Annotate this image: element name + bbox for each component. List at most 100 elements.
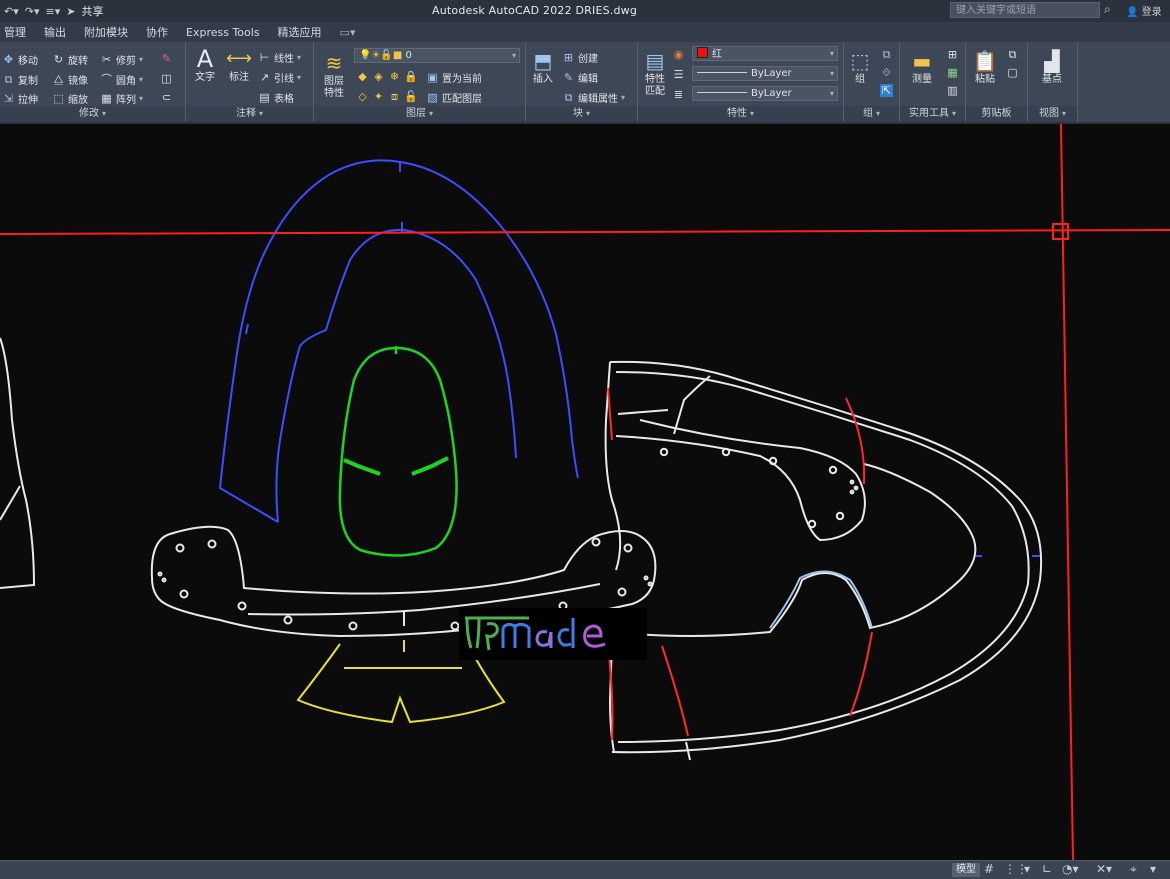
- layer-lock-icon[interactable]: 🔒: [404, 70, 418, 83]
- group-button[interactable]: ⬚ 组: [846, 48, 874, 86]
- linetype-icon: ☰: [673, 68, 684, 81]
- base-point-button[interactable]: ▟ 基点: [1032, 48, 1072, 86]
- layer-properties-button[interactable]: ≋ 图层特性: [318, 50, 350, 100]
- panel-properties-title[interactable]: 特性 ▾: [638, 106, 843, 122]
- rotate-button[interactable]: ↻ 旋转: [52, 52, 88, 67]
- share-button[interactable]: 共享: [81, 3, 103, 19]
- ungroup-icon[interactable]: ⧉: [880, 48, 893, 61]
- offset-button[interactable]: ⊂: [160, 91, 173, 104]
- copy-clip-icon[interactable]: ⧉: [1006, 48, 1019, 61]
- polar-icon[interactable]: ◔▾: [1062, 862, 1079, 876]
- edit-attributes-button[interactable]: ⧉ 编辑属性 ▾: [562, 90, 625, 105]
- drawing-svg[interactable]: [0, 124, 1170, 860]
- drawing-canvas[interactable]: [0, 124, 1170, 860]
- leader-icon: ↗: [259, 71, 270, 84]
- linear-button[interactable]: ⊢ 线性 ▾: [258, 50, 301, 65]
- layer-isolate-icon[interactable]: ◈: [372, 70, 385, 83]
- panel-layers-title[interactable]: 图层 ▾: [314, 106, 525, 122]
- color-value: 红: [712, 49, 722, 60]
- panel-modify-title[interactable]: 修改 ▾: [0, 106, 185, 122]
- insert-button[interactable]: ⬒ 插入: [528, 48, 558, 86]
- text-button[interactable]: A 文字: [190, 46, 220, 84]
- cut-icon[interactable]: ▢: [1006, 66, 1019, 79]
- color-dropdown[interactable]: 红 ▾: [692, 46, 838, 61]
- layer-walk-icon[interactable]: ✦: [372, 90, 385, 103]
- redo-icon[interactable]: ↷▾: [25, 5, 40, 18]
- layer-on-icon[interactable]: ◇: [356, 90, 369, 103]
- layer-unlock-icon[interactable]: 🔓: [404, 90, 418, 103]
- edit-block-button[interactable]: ✎ 编辑: [562, 70, 598, 85]
- model-space-button[interactable]: 模型: [952, 863, 980, 877]
- measure-label: 测量: [912, 74, 932, 85]
- tab-collaborate[interactable]: 协作: [146, 24, 168, 40]
- quick-access-toolbar: ↶▾ ↷▾ ≡▾ ➤ 共享: [4, 3, 103, 19]
- erase-button[interactable]: ✎: [160, 52, 173, 65]
- annotation-scale-icon[interactable]: ▾: [1150, 862, 1156, 876]
- tab-addins[interactable]: 附加模块: [84, 24, 128, 40]
- scale-icon: ⬚: [53, 92, 64, 105]
- fillet-button[interactable]: ⌒ 圆角 ▾: [100, 72, 143, 87]
- trim-label: 修剪: [116, 56, 136, 67]
- move-icon: ✥: [3, 53, 14, 66]
- ortho-icon[interactable]: ∟: [1042, 862, 1052, 876]
- ribbon-tabs: 管理 输出 附加模块 协作 Express Tools 精选应用 ▭▾: [0, 22, 1170, 42]
- search-input[interactable]: 键入关键字或短语: [950, 2, 1100, 18]
- panel-groups-title[interactable]: 组 ▾: [844, 106, 899, 122]
- quick-select-icon[interactable]: ⊞: [946, 48, 959, 61]
- tab-featured-apps[interactable]: 精选应用: [278, 24, 322, 40]
- panel-layers-label: 图层: [405, 108, 426, 119]
- create-block-icon: ⊞: [563, 51, 574, 64]
- osnap-icon[interactable]: ⌖: [1130, 862, 1137, 877]
- tab-output[interactable]: 输出: [44, 24, 66, 40]
- array-button[interactable]: ▦ 阵列 ▾: [100, 91, 143, 106]
- paste-button[interactable]: 📋 粘贴: [970, 48, 1000, 86]
- group-edit-icon[interactable]: ⟐: [880, 66, 893, 79]
- base-point-icon: ▟: [1044, 49, 1060, 73]
- share-icon[interactable]: ➤: [66, 5, 75, 18]
- move-button[interactable]: ✥ 移动: [2, 52, 38, 67]
- stretch-button[interactable]: ⇲ 拉伸: [2, 91, 38, 106]
- dimension-button[interactable]: ⟷ 标注: [224, 46, 254, 84]
- leader-button[interactable]: ↗ 引线 ▾: [258, 70, 301, 85]
- layer-dropdown[interactable]: 💡☀🔓■ 0 ▾: [354, 48, 520, 63]
- panel-annotation-title[interactable]: 注释 ▾: [186, 106, 313, 122]
- customize-qat-icon[interactable]: ≡▾: [46, 5, 61, 18]
- tab-express-tools[interactable]: Express Tools: [186, 26, 260, 39]
- match-properties-button[interactable]: ▤ 特性匹配: [640, 48, 670, 98]
- grid-icon[interactable]: #: [984, 862, 994, 876]
- paste-label: 粘贴: [975, 74, 995, 85]
- measure-button[interactable]: ▬ 测量: [904, 48, 940, 86]
- group-select-icon[interactable]: ⇱: [880, 84, 893, 97]
- panel-utilities-title[interactable]: 实用工具 ▾: [900, 106, 965, 122]
- undo-icon[interactable]: ↶▾: [4, 5, 19, 18]
- trim-button[interactable]: ✂ 修剪 ▾: [100, 52, 143, 67]
- panel-block-title[interactable]: 块 ▾: [526, 106, 637, 122]
- measure-icon: ▬: [912, 49, 932, 73]
- layer-merge-icon[interactable]: ⧈: [388, 90, 401, 103]
- create-block-button[interactable]: ⊞ 创建: [562, 50, 598, 65]
- panel-view-title[interactable]: 视图 ▾: [1028, 106, 1077, 122]
- lineweight-dropdown[interactable]: ByLayer ▾: [692, 86, 838, 101]
- base-point-label: 基点: [1042, 74, 1062, 85]
- match-layer-button[interactable]: ▨ 匹配图层: [426, 90, 482, 105]
- explode-button[interactable]: ◫: [160, 72, 173, 85]
- panel-clipboard-title[interactable]: 剪贴板: [966, 106, 1027, 122]
- set-current-icon: ▣: [427, 71, 438, 84]
- tab-manage[interactable]: 管理: [4, 24, 26, 40]
- scale-button[interactable]: ⬚ 缩放: [52, 91, 88, 106]
- mirror-button[interactable]: ⧋ 镜像: [52, 72, 88, 87]
- calculator-icon[interactable]: ▥: [946, 84, 959, 97]
- table-button[interactable]: ▤ 表格: [258, 90, 294, 105]
- copy-button[interactable]: ⧉ 复制: [2, 72, 38, 87]
- search-icon[interactable]: ⌕: [1104, 2, 1111, 17]
- isodraft-icon[interactable]: ✕▾: [1096, 862, 1112, 876]
- linetype-dropdown[interactable]: ByLayer ▾: [692, 66, 838, 81]
- copy-icon: ⧉: [4, 73, 13, 86]
- login-button[interactable]: 👤 登录: [1126, 3, 1162, 18]
- snap-dropdown-icon[interactable]: ▾: [1024, 862, 1030, 876]
- set-current-button[interactable]: ▣ 置为当前: [426, 70, 482, 85]
- ribbon-minimize-icon[interactable]: ▭▾: [340, 26, 356, 39]
- point-style-icon[interactable]: ▦: [946, 66, 959, 79]
- layer-freeze-icon[interactable]: ❄: [388, 70, 401, 83]
- layer-off-icon[interactable]: ◆: [356, 70, 369, 83]
